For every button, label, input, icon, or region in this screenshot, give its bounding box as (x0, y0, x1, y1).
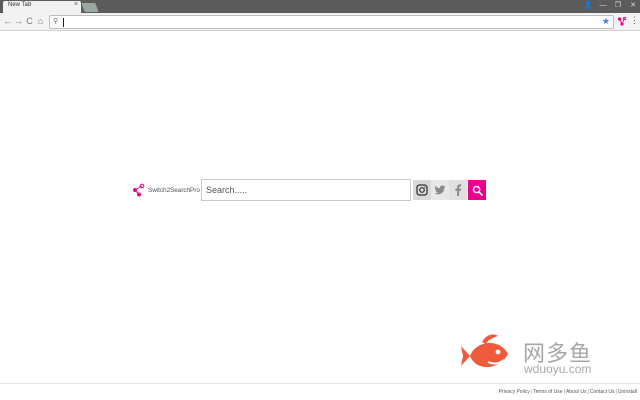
about-us-link[interactable]: About Us (566, 389, 587, 395)
tab-new-tab[interactable]: New Tab × (3, 1, 81, 13)
switch2search-logo-icon (133, 183, 145, 197)
footer-separator: | (587, 389, 589, 395)
footer-separator: | (530, 389, 533, 395)
magnifier-icon (472, 185, 483, 196)
browser-menu-icon[interactable]: ⋮ (630, 15, 639, 26)
bookmark-star-icon[interactable]: ★ (602, 16, 610, 27)
privacy-policy-link[interactable]: Privacy Policy (499, 389, 530, 395)
contact-us-link[interactable]: Contact Us (590, 389, 615, 395)
watermark: 网多鱼 wduoyu.com (460, 332, 600, 382)
profile-icon[interactable]: 👤 (583, 1, 593, 10)
reload-icon[interactable]: C (24, 16, 35, 27)
terms-of-use-link[interactable]: Terms of Use (533, 389, 562, 395)
footer-separator: | (615, 389, 617, 395)
instagram-button[interactable] (413, 180, 431, 200)
brand-name: Switch2SearchPro (148, 186, 200, 194)
window-controls: 👤 — ❐ ✕ (583, 1, 638, 10)
address-bar[interactable]: ⚲ ★ (49, 15, 614, 29)
instagram-icon (416, 184, 428, 196)
tab-close-icon[interactable]: × (74, 1, 78, 8)
footer-links: Privacy Policy | Terms of Use | About Us… (499, 389, 637, 395)
footer-divider (0, 383, 640, 384)
restore-icon[interactable]: ❐ (613, 1, 623, 10)
text-caret (63, 18, 64, 27)
facebook-button[interactable] (449, 180, 467, 200)
search-button[interactable] (468, 180, 486, 200)
minimize-icon[interactable]: — (598, 1, 608, 10)
watermark-text-en: wduoyu.com (524, 362, 592, 376)
browser-toolbar: ← → C ⌂ ⚲ ★ ⋮ (0, 13, 640, 31)
search-input[interactable] (201, 179, 411, 201)
footer-separator: | (563, 389, 565, 395)
browser-window: New Tab × 👤 — ❐ ✕ ← → C ⌂ ⚲ ★ ⋮ Switch2S… (0, 0, 640, 400)
close-window-icon[interactable]: ✕ (628, 1, 638, 10)
twitter-icon (434, 185, 446, 195)
home-icon[interactable]: ⌂ (35, 16, 46, 27)
uninstall-link[interactable]: Uninstall (618, 389, 637, 395)
twitter-button[interactable] (431, 180, 449, 200)
new-tab-button[interactable] (81, 3, 99, 12)
title-bar: New Tab × 👤 — ❐ ✕ (0, 0, 640, 13)
facebook-icon (455, 184, 462, 196)
extension-icon[interactable] (617, 16, 627, 27)
omnibox-search-icon: ⚲ (53, 18, 59, 25)
brand-logo: Switch2SearchPro (132, 183, 200, 197)
back-icon[interactable]: ← (2, 16, 13, 27)
forward-icon[interactable]: → (13, 16, 24, 27)
fish-logo-icon (461, 334, 508, 368)
tab-title: New Tab (8, 2, 32, 8)
